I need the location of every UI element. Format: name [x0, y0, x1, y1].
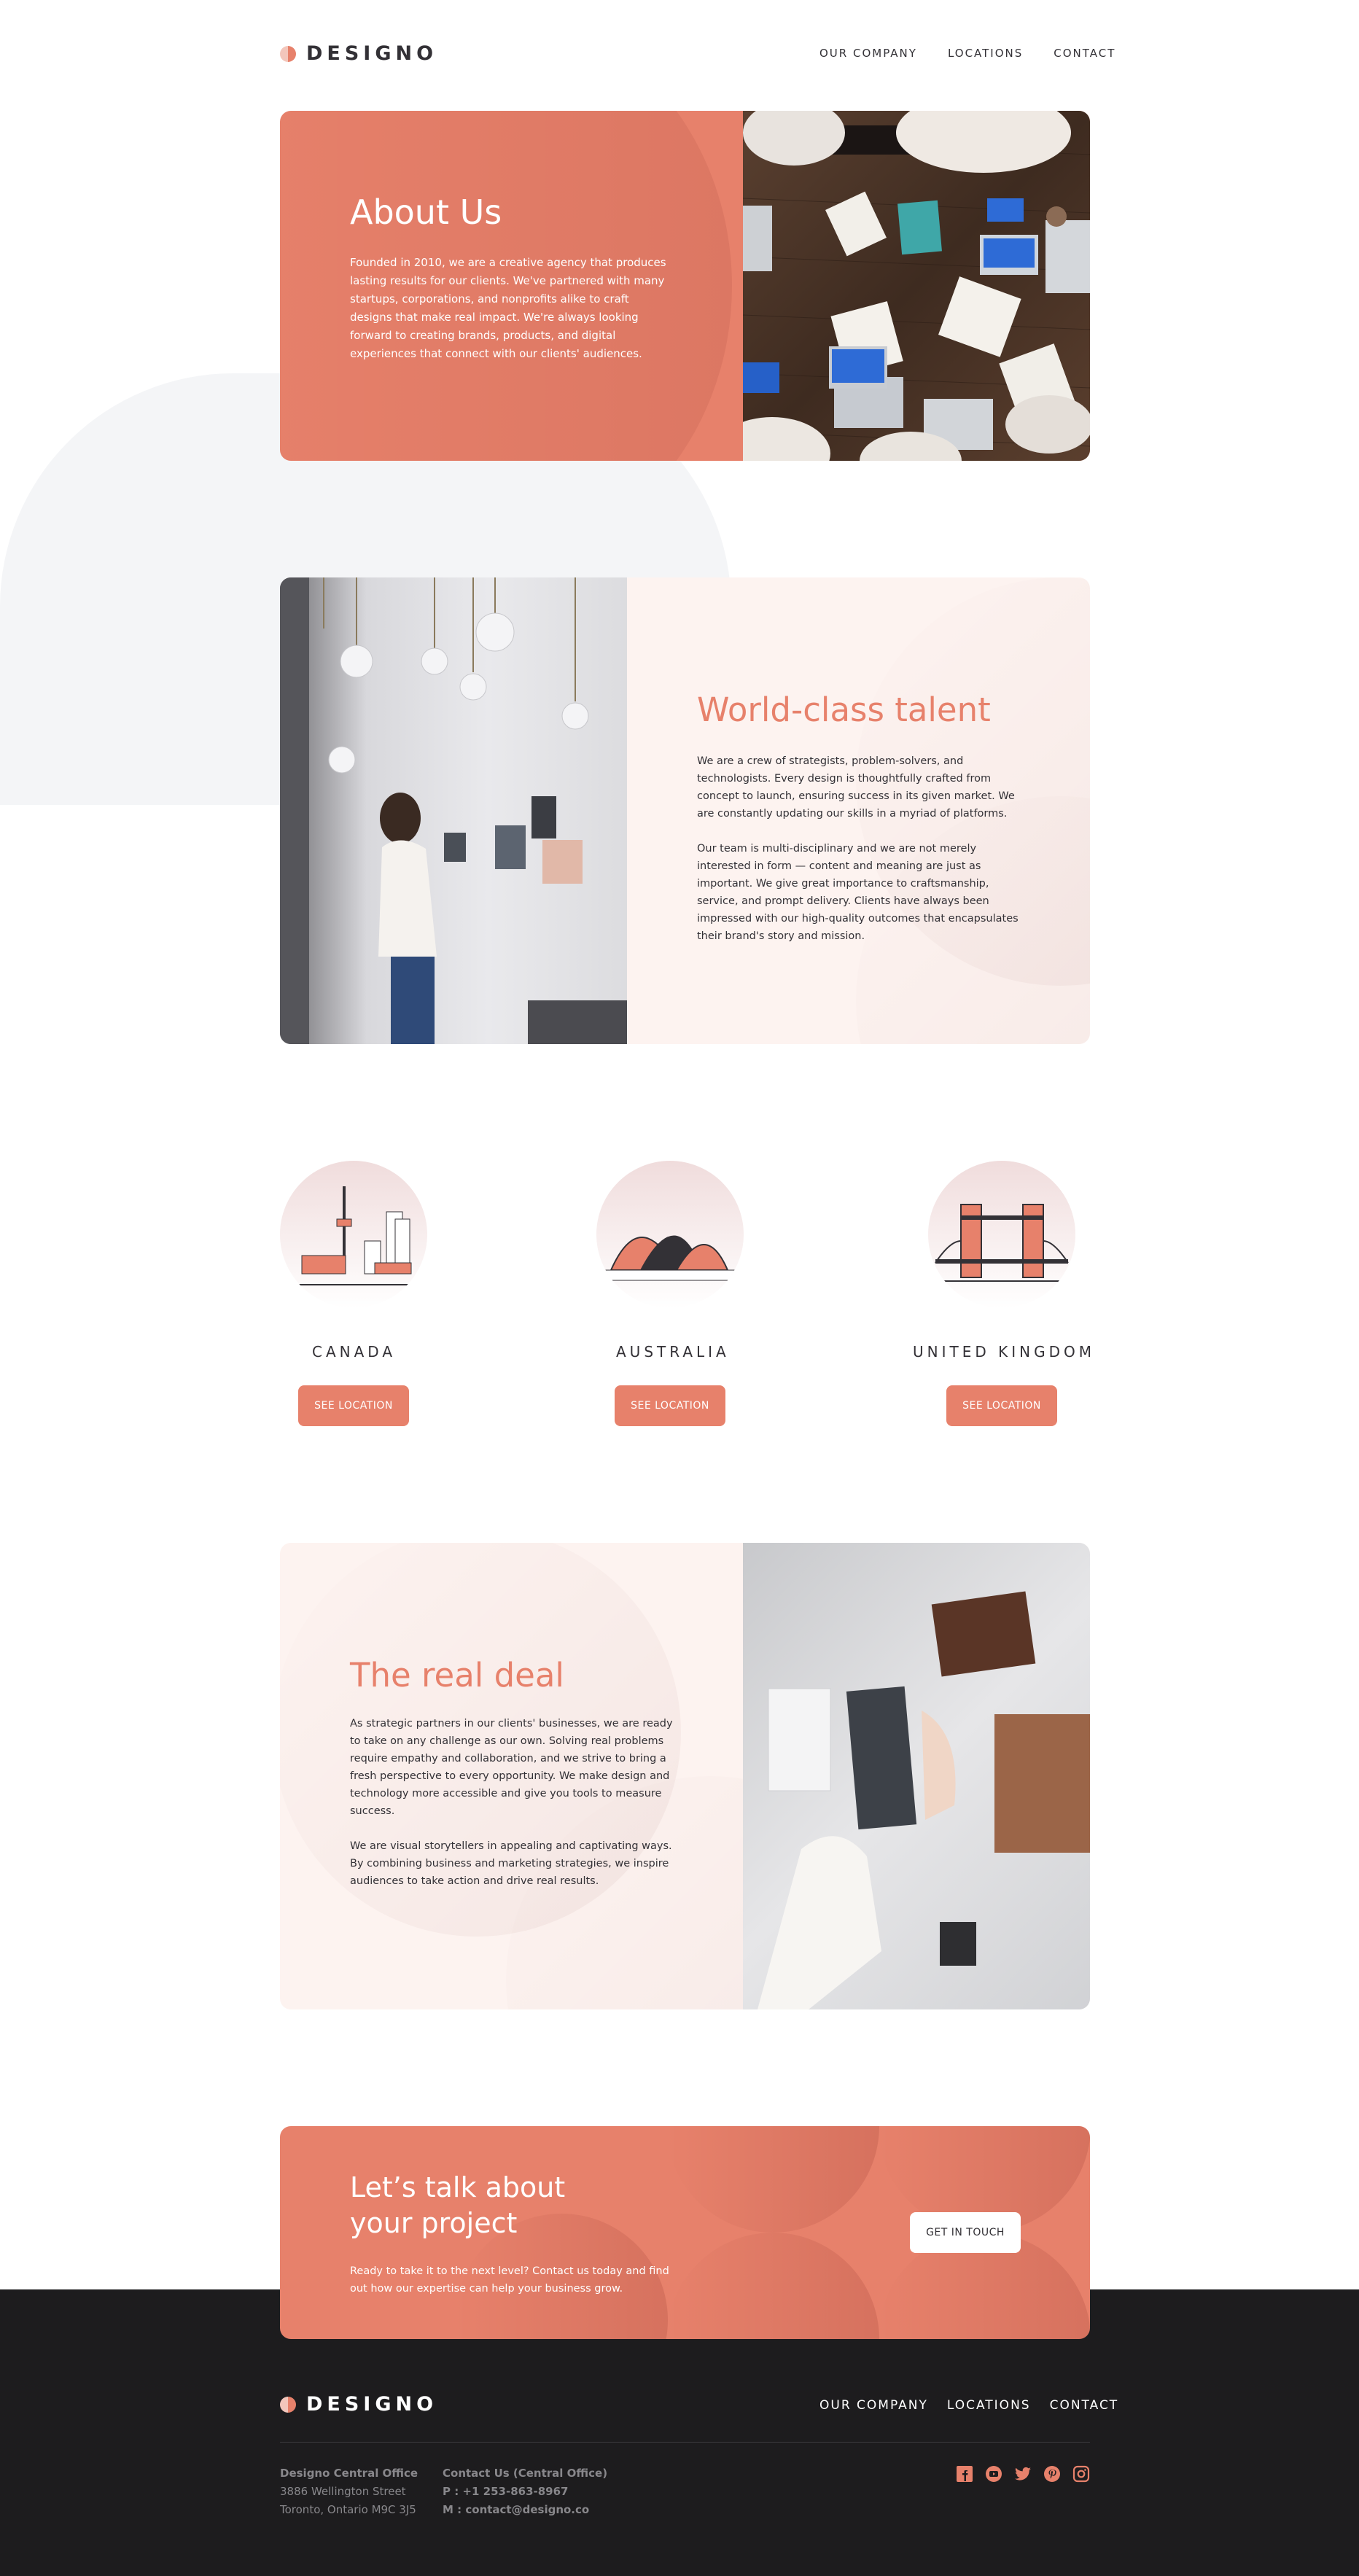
footer-address-line-2: Toronto, Ontario M9C 3J5 [280, 2503, 416, 2516]
hero-image-illustration [714, 111, 1090, 461]
uk-illustration [928, 1161, 1075, 1308]
footer-contact-info: Contact Us (Central Office) P : +1 253-8… [443, 2464, 607, 2519]
nav-locations[interactable]: LOCATIONS [948, 47, 1023, 60]
footer-address-line-1: 3886 Wellington Street [280, 2485, 406, 2498]
footer-office-address: Designo Central Office 3886 Wellington S… [280, 2464, 418, 2519]
cta-card: Let’s talk about your project Ready to t… [280, 2126, 1090, 2339]
canada-illustration [280, 1161, 427, 1308]
canada-skyline-icon [287, 1186, 418, 1285]
social-links [956, 2465, 1090, 2483]
logo-text: DESIGNO [306, 42, 438, 65]
deal-title: The real deal [350, 1656, 564, 1694]
tower-bridge-icon [935, 1204, 1069, 1282]
cta-body: Ready to take it to the next level? Cont… [350, 2265, 669, 2295]
talent-woman-image [280, 577, 627, 1044]
footer-phone[interactable]: P : +1 253-863-8967 [443, 2483, 607, 2501]
deal-paragraph-1: As strategic partners in our clients' bu… [350, 1718, 673, 1817]
footer-email[interactable]: M : contact@designo.co [443, 2501, 607, 2519]
real-deal-section: The real deal As strategic partners in o… [280, 1543, 1090, 2009]
facebook-icon[interactable] [956, 2465, 973, 2483]
nav-contact[interactable]: CONTACT [1054, 47, 1115, 60]
hero-team-table-image [714, 111, 1090, 461]
see-location-canada-button[interactable]: SEE LOCATION [298, 1385, 409, 1426]
header-nav: OUR COMPANY LOCATIONS CONTACT [819, 47, 1115, 60]
footer-logo[interactable]: DESIGNO [280, 2393, 437, 2416]
location-name-united-kingdom: UNITED KINGDOM [913, 1343, 1095, 1361]
location-name-canada: CANADA [312, 1343, 397, 1361]
hero-body: Founded in 2010, we are a creative agenc… [350, 256, 666, 360]
about-hero: About Us Founded in 2010, we are a creat… [280, 111, 1090, 461]
footer-divider [280, 2442, 1090, 2443]
deal-image-illustration [758, 1591, 1090, 2009]
youtube-icon[interactable] [985, 2465, 1002, 2483]
sydney-opera-house-icon [603, 1235, 737, 1281]
footer-office-title: Designo Central Office [280, 2467, 418, 2480]
deal-paragraph-2: We are visual storytellers in appealing … [350, 1840, 672, 1887]
hero-title: About Us [350, 192, 502, 232]
cta-circle-decoration [666, 2233, 879, 2339]
get-in-touch-button[interactable]: GET IN TOUCH [910, 2212, 1021, 2253]
pinterest-icon[interactable] [1043, 2465, 1061, 2483]
talent-title: World-class talent [697, 690, 991, 729]
footer-logo-text: DESIGNO [306, 2393, 438, 2416]
footer-nav-locations[interactable]: LOCATIONS [947, 2398, 1031, 2413]
deal-photos-wall-image [743, 1543, 1090, 2009]
footer-contact-title: Contact Us (Central Office) [443, 2467, 608, 2480]
header-logo[interactable]: DESIGNO [280, 42, 437, 65]
talent-paragraph-1: We are a crew of strategists, problem-so… [697, 755, 1015, 820]
footer-nav-contact[interactable]: CONTACT [1050, 2398, 1119, 2413]
talent-image-illustration [280, 577, 627, 1044]
footer-nav-our-company[interactable]: OUR COMPANY [819, 2398, 928, 2413]
logo-icon [280, 2396, 296, 2413]
footer-nav: OUR COMPANY LOCATIONS CONTACT [819, 2398, 1118, 2413]
talent-paragraph-2: Our team is multi-disciplinary and we ar… [697, 843, 1019, 942]
location-name-australia: AUSTRALIA [616, 1343, 730, 1361]
cta-title: Let’s talk about your project [350, 2171, 566, 2239]
see-location-australia-button[interactable]: SEE LOCATION [615, 1385, 725, 1426]
nav-our-company[interactable]: OUR COMPANY [819, 47, 917, 60]
twitter-icon[interactable] [1014, 2465, 1032, 2483]
australia-illustration [596, 1161, 744, 1308]
instagram-icon[interactable] [1072, 2465, 1090, 2483]
see-location-uk-button[interactable]: SEE LOCATION [946, 1385, 1057, 1426]
cta-circle-decoration [666, 2126, 879, 2233]
logo-icon [280, 45, 296, 62]
talent-section: World-class talent We are a crew of stra… [280, 577, 1090, 1044]
